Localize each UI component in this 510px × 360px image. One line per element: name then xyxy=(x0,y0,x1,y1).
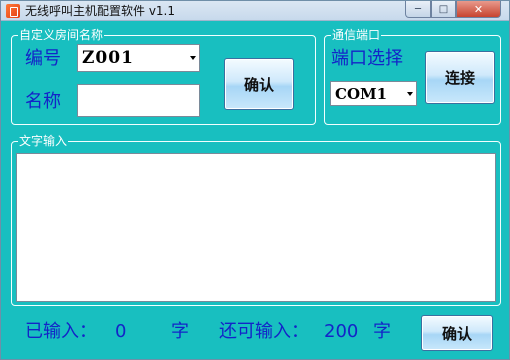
room-confirm-label: 确认 xyxy=(243,75,274,94)
minimize-icon: ─ xyxy=(414,3,422,15)
number-select[interactable]: Z001 xyxy=(77,44,200,72)
name-input[interactable] xyxy=(77,84,200,117)
remaining-unit: 字 xyxy=(373,321,391,342)
app-icon xyxy=(6,4,20,18)
room-name-legend: 自定义房间名称 xyxy=(18,28,105,42)
number-value: Z001 xyxy=(82,48,134,68)
chevron-down-icon xyxy=(190,56,196,60)
connect-button[interactable]: 连接 xyxy=(425,51,495,104)
message-textarea[interactable] xyxy=(16,153,496,302)
minimize-button[interactable]: ─ xyxy=(405,1,431,18)
remaining-count: 200 xyxy=(324,321,359,342)
close-button[interactable]: ✕ xyxy=(456,1,501,18)
maximize-icon: □ xyxy=(438,3,449,15)
close-icon: ✕ xyxy=(473,2,484,16)
main-window: 无线呼叫主机配置软件 v1.1 ─ □ ✕ 自定义房间名称 编号 Z001 名称… xyxy=(0,0,510,360)
chevron-down-icon xyxy=(407,91,413,96)
comm-port-legend: 通信端口 xyxy=(331,28,382,42)
port-value: COM1 xyxy=(335,85,388,103)
remaining-label: 还可输入： xyxy=(219,321,309,342)
entered-count: 0 xyxy=(115,321,127,342)
entered-unit: 字 xyxy=(171,321,189,342)
send-confirm-label: 确认 xyxy=(441,324,472,343)
window-title: 无线呼叫主机配置软件 v1.1 xyxy=(25,4,176,18)
room-confirm-button[interactable]: 确认 xyxy=(224,58,294,110)
number-label: 编号 xyxy=(25,48,61,69)
entered-label: 已输入： xyxy=(25,321,97,342)
connect-label: 连接 xyxy=(444,69,475,87)
name-label: 名称 xyxy=(25,91,61,112)
send-confirm-button[interactable]: 确认 xyxy=(421,315,493,351)
text-input-legend: 文字输入 xyxy=(18,134,69,148)
port-select[interactable]: COM1 xyxy=(330,81,417,106)
title-bar: 无线呼叫主机配置软件 v1.1 ─ □ ✕ xyxy=(1,1,509,21)
maximize-button[interactable]: □ xyxy=(431,1,456,18)
port-select-label: 端口选择 xyxy=(331,48,403,69)
